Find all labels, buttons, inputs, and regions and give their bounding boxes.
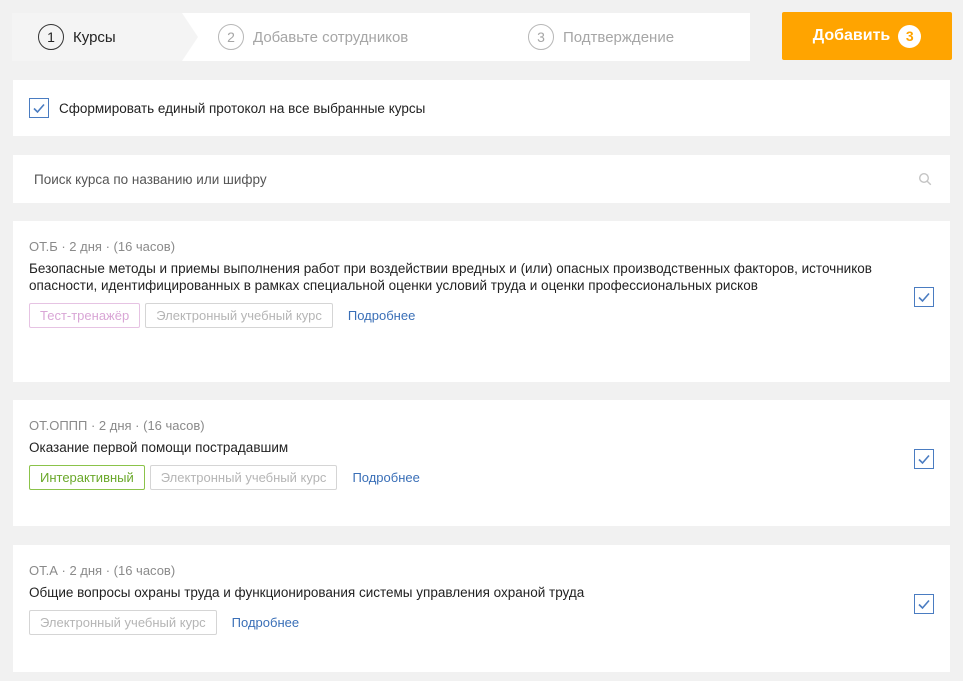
step-confirmation[interactable]: 3 Подтверждение bbox=[528, 13, 674, 61]
course-details-link[interactable]: Подробнее bbox=[348, 308, 415, 323]
active-step-arrow bbox=[182, 13, 198, 61]
stepper: 1 Курсы 2 Добавьте сотрудников 3 Подтвер… bbox=[12, 13, 750, 61]
step-number: 1 bbox=[38, 24, 64, 50]
course-meta: ОТ.Б · 2 дня · (16 часов) bbox=[29, 239, 176, 254]
step-add-employees[interactable]: 2 Добавьте сотрудников bbox=[218, 13, 408, 61]
course-title: Безопасные методы и приемы выполнения ра… bbox=[29, 261, 872, 293]
course-title: Общие вопросы охраны труда и функциониро… bbox=[29, 585, 585, 600]
single-protocol-panel: Сформировать единый протокол на все выбр… bbox=[13, 80, 950, 136]
step-label: Добавьте сотрудников bbox=[253, 28, 409, 46]
course-tag: Электронный учебный курс bbox=[145, 303, 333, 328]
course-tag: Электронный учебный курс bbox=[149, 465, 338, 490]
course-card: ОТ.Б · 2 дня · (16 часов) Безопасные мет… bbox=[13, 221, 950, 382]
course-card: ОТ.А · 2 дня · (16 часов) Общие вопросы … bbox=[13, 545, 950, 672]
course-tags: Интерактивный Электронный учебный курс П… bbox=[29, 465, 934, 490]
course-search-input[interactable] bbox=[13, 155, 893, 203]
checkmark-icon bbox=[918, 599, 930, 610]
course-tags: Электронный учебный курс Подробнее bbox=[29, 610, 934, 635]
course-tags: Тест-тренажёр Электронный учебный курс П… bbox=[29, 303, 934, 328]
step-number: 3 bbox=[528, 24, 554, 50]
course-tag: Интерактивный bbox=[29, 465, 145, 490]
add-button[interactable]: Добавить 3 bbox=[782, 12, 952, 60]
single-protocol-label: Сформировать единый протокол на все выбр… bbox=[59, 100, 426, 116]
course-card: ОТ.ОППП · 2 дня · (16 часов) Оказание пе… bbox=[13, 400, 950, 526]
step-number: 2 bbox=[218, 24, 244, 50]
course-details-link[interactable]: Подробнее bbox=[232, 615, 299, 630]
course-select-checkbox[interactable] bbox=[914, 594, 934, 614]
step-courses[interactable]: 1 Курсы bbox=[38, 13, 116, 61]
step-label: Курсы bbox=[73, 28, 116, 46]
search-icon[interactable] bbox=[918, 172, 932, 186]
add-button-label: Добавить bbox=[812, 27, 891, 44]
course-tag: Электронный учебный курс bbox=[29, 610, 217, 635]
checkmark-icon bbox=[918, 292, 930, 303]
course-search-panel bbox=[13, 155, 950, 203]
course-select-checkbox[interactable] bbox=[914, 449, 934, 469]
checkmark-icon bbox=[918, 454, 930, 465]
step-label: Подтверждение bbox=[563, 28, 675, 46]
course-tag: Тест-тренажёр bbox=[29, 303, 141, 328]
course-meta: ОТ.ОППП · 2 дня · (16 часов) bbox=[29, 418, 205, 433]
course-title: Оказание первой помощи пострадавшим bbox=[29, 440, 289, 455]
course-meta: ОТ.А · 2 дня · (16 часов) bbox=[29, 563, 176, 578]
selected-count-badge: 3 bbox=[898, 24, 922, 48]
course-details-link[interactable]: Подробнее bbox=[352, 470, 419, 485]
course-select-checkbox[interactable] bbox=[914, 287, 934, 307]
checkmark-icon bbox=[33, 103, 45, 114]
single-protocol-checkbox[interactable] bbox=[29, 98, 49, 118]
